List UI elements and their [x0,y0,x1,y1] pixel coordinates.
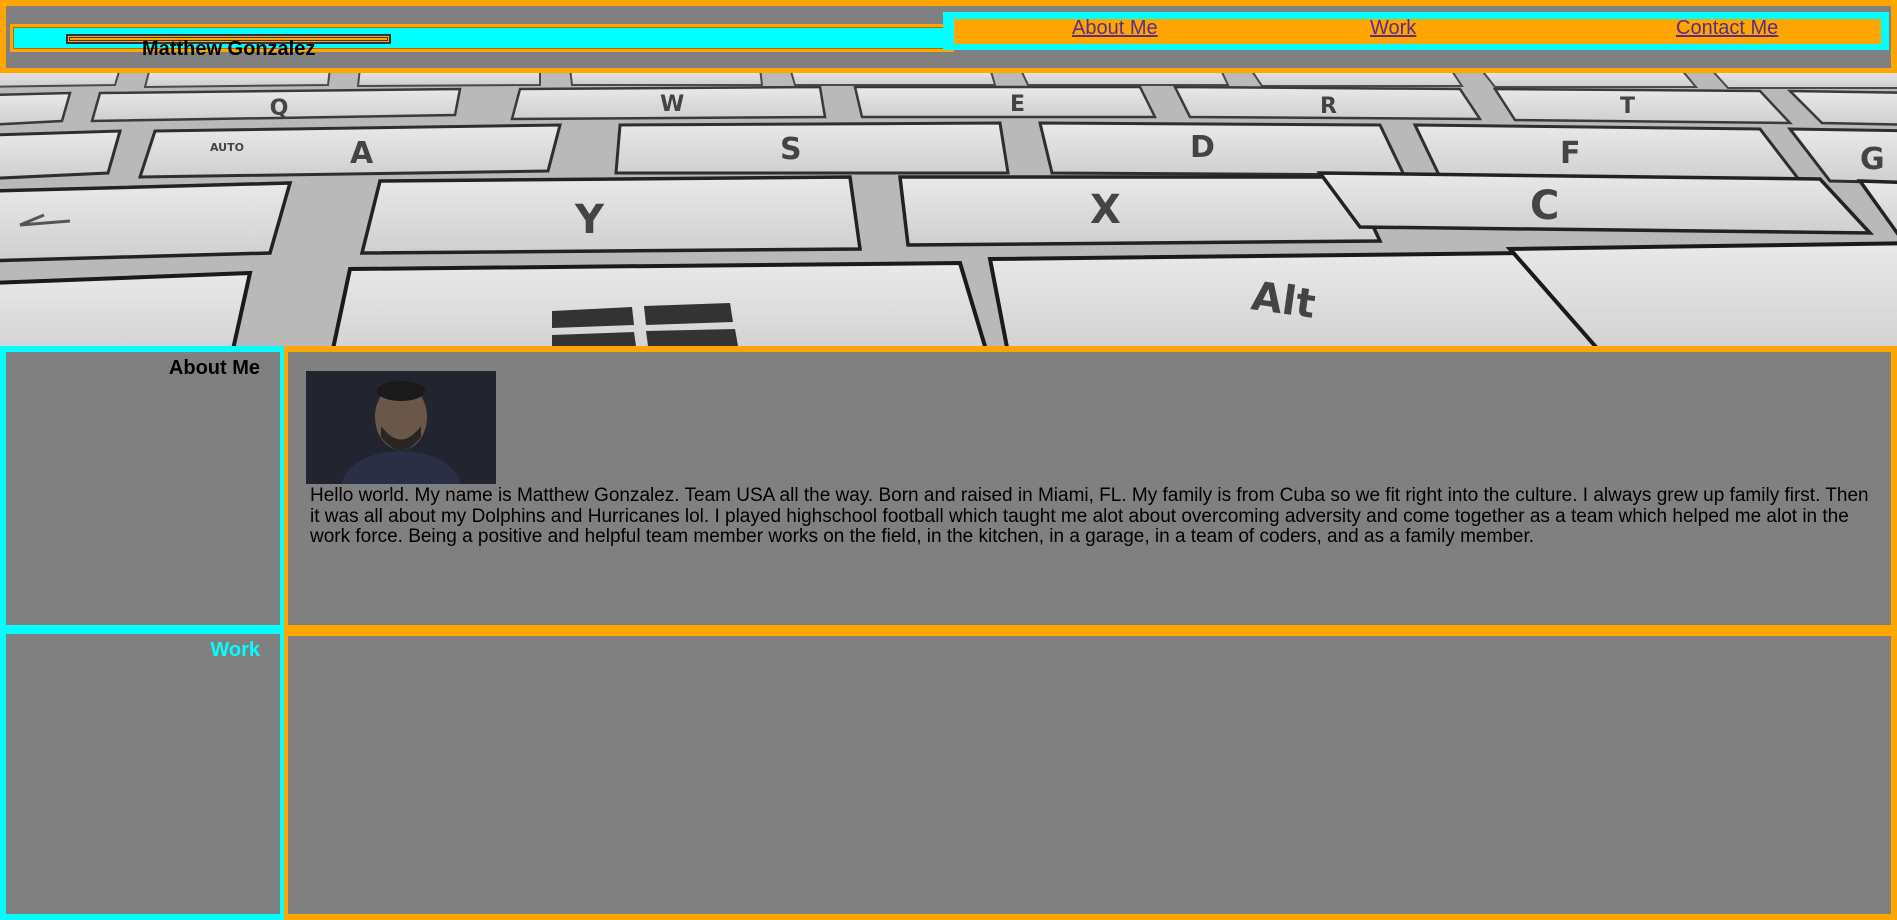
key-legend: E [1010,92,1025,117]
nav-link-contact-me[interactable]: Contact Me [1676,17,1778,40]
key-legend: Alt [1249,273,1319,327]
key-legend: Y [574,197,605,243]
work-sidebar: Work [0,630,286,920]
key-legend: S [780,132,802,167]
key-legend: F [1560,136,1581,171]
nav-bar: About Me Work Contact Me [943,12,1889,50]
work-content-panel [284,625,1897,920]
key-legend: AUTO [210,141,244,154]
key-legend: C [1530,183,1559,229]
site-owner-name: Matthew Gonzalez [142,38,316,60]
key-legend: R [1320,94,1337,119]
about-bio-text: Hello world. My name is Matthew Gonzalez… [310,485,1869,547]
profile-photo [306,371,496,484]
key-legend: D [1190,130,1215,165]
work-section-title: Work [210,639,260,661]
key-legend: T [1620,94,1635,119]
header-name-bar: Matthew Gonzalez [10,24,954,60]
hero-keyboard-image: Q W E R T A S D F G Y X C Alt AUTO [0,73,1897,346]
key-legend: Q [269,95,289,121]
about-sidebar: About Me [0,346,286,631]
nav-menu: About Me Work Contact Me [954,17,1881,44]
key-legend: A [350,136,374,171]
key-legend: G [1860,142,1885,177]
nav-link-about-me[interactable]: About Me [1072,17,1158,40]
key-legend: X [1090,187,1121,233]
key-legend: W [660,92,684,117]
about-section-title: About Me [168,357,260,379]
nav-link-work[interactable]: Work [1370,17,1416,40]
